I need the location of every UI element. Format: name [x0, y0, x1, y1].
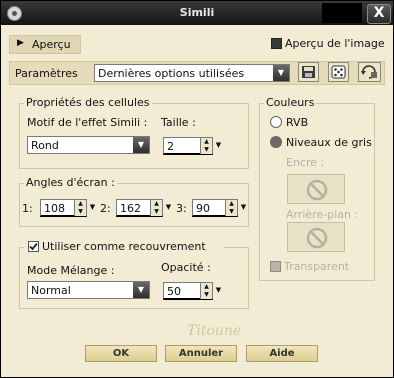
author-signature: Titoune [187, 323, 242, 339]
blend-mode-select[interactable]: Normal ▼ [27, 281, 150, 299]
title-bar-blank-area [322, 3, 362, 23]
cell-properties-title: Propriétés des cellules [24, 96, 152, 109]
spin-down-icon[interactable]: ▼ [201, 291, 212, 299]
angle-3-spinbox[interactable]: 90 ▲ ▼ [192, 199, 238, 217]
angle-2-dropdown-icon[interactable]: ▼ [164, 199, 173, 215]
rvb-label: RVB [286, 116, 309, 129]
show-image-label: Aperçu de l'image [285, 37, 385, 50]
angle-3-dropdown-icon[interactable]: ▼ [239, 199, 248, 215]
colors-title: Couleurs [264, 96, 317, 109]
presets-bar: Paramètres Dernières options utilisées ▼ [9, 61, 385, 85]
preview-toggle-label: Aperçu [32, 38, 71, 51]
show-image-checkbox[interactable] [271, 38, 282, 49]
angle-1-label: 1: [22, 202, 33, 215]
opacity-value: 50 [167, 285, 181, 298]
angle-2-spinbox[interactable]: 162 ▲ ▼ [116, 199, 163, 217]
floppy-disk-icon [302, 66, 315, 78]
rvb-radio[interactable] [270, 116, 282, 128]
background-color-swatch [287, 222, 345, 252]
opacity-dropdown-icon[interactable]: ▼ [214, 282, 223, 298]
angle-2-label: 2: [100, 202, 111, 215]
no-entry-icon [306, 179, 328, 201]
opacity-label: Opacité : [161, 261, 211, 274]
angle-2-value: 162 [120, 202, 141, 215]
ink-color-swatch [287, 174, 345, 204]
screen-angles-group: Angles d'écran : 1: 108 ▲ ▼ ▼ 2: 162 ▲ ▼ ▼… [19, 176, 249, 227]
spin-up-icon[interactable]: ▲ [75, 200, 86, 208]
spin-up-icon[interactable]: ▲ [151, 200, 162, 208]
size-label: Taille : [161, 116, 196, 129]
size-value: 2 [167, 140, 174, 153]
grayscale-radio[interactable] [270, 136, 282, 148]
blend-mode-label: Mode Mélange : [27, 264, 115, 277]
use-overlay-label: Utiliser comme recouvrement [42, 240, 206, 253]
checkmark-icon [29, 242, 38, 251]
spin-up-icon[interactable]: ▲ [201, 138, 212, 146]
motif-value: Rond [31, 139, 59, 152]
motif-select[interactable]: Rond ▼ [27, 136, 150, 154]
size-spinbox[interactable]: 2 ▲ ▼ [163, 137, 213, 155]
no-entry-icon [306, 227, 328, 249]
spin-down-icon[interactable]: ▼ [201, 146, 212, 154]
reset-arrow-icon [361, 65, 377, 79]
spin-up-icon[interactable]: ▲ [226, 200, 237, 208]
chevron-down-icon: ▼ [133, 282, 149, 298]
spin-up-icon[interactable]: ▲ [201, 283, 212, 291]
size-dropdown-icon[interactable]: ▼ [214, 137, 223, 153]
spin-down-icon[interactable]: ▼ [75, 208, 86, 216]
chevron-down-icon: ▼ [273, 65, 289, 81]
ok-button[interactable]: OK [85, 345, 157, 362]
spin-down-icon[interactable]: ▼ [226, 208, 237, 216]
presets-label: Paramètres [15, 67, 78, 80]
angle-1-value: 108 [44, 202, 65, 215]
motif-label: Motif de l'effet Simili : [27, 116, 148, 129]
randomize-button[interactable] [328, 62, 349, 82]
transparent-checkbox[interactable] [270, 261, 281, 272]
overlay-header: Utiliser comme recouvrement [24, 240, 224, 254]
spin-down-icon[interactable]: ▼ [151, 208, 162, 216]
cancel-button[interactable]: Annuler [165, 345, 237, 362]
cell-properties-group: Propriétés des cellules Motif de l'effet… [19, 96, 249, 169]
chevron-down-icon: ▼ [133, 137, 149, 153]
preset-value: Dernières options utilisées [98, 67, 245, 80]
angle-1-spinbox[interactable]: 108 ▲ ▼ [40, 199, 87, 217]
angle-3-value: 90 [196, 202, 210, 215]
opacity-spinbox[interactable]: 50 ▲ ▼ [163, 282, 213, 300]
angle-1-dropdown-icon[interactable]: ▼ [88, 199, 97, 215]
close-button[interactable]: X [367, 4, 391, 24]
transparent-label: Transparent [284, 260, 350, 273]
reset-button[interactable] [358, 62, 381, 82]
angle-3-label: 3: [176, 202, 187, 215]
save-preset-button[interactable] [298, 62, 319, 82]
overlay-group: Utiliser comme recouvrement Mode Mélange… [19, 240, 249, 309]
help-button[interactable]: Aide [246, 345, 318, 362]
background-label: Arrière-plan : [286, 208, 359, 221]
dice-icon [331, 65, 346, 79]
colors-group: Couleurs RVB Niveaux de gris Encre : Arr… [259, 96, 375, 281]
blend-mode-value: Normal [31, 284, 71, 297]
screen-angles-title: Angles d'écran : [24, 176, 117, 189]
grayscale-label: Niveaux de gris [286, 136, 372, 149]
preset-select[interactable]: Dernières options utilisées ▼ [94, 64, 290, 82]
use-overlay-checkbox[interactable] [28, 241, 39, 252]
ink-label: Encre : [286, 156, 325, 169]
dialog-window: Simili X ▶ Aperçu Aperçu de l'image Para… [0, 0, 394, 378]
title-bar: Simili X [1, 1, 393, 25]
preview-toggle-button[interactable]: ▶ Aperçu [9, 35, 81, 54]
triangle-right-icon: ▶ [17, 38, 24, 48]
